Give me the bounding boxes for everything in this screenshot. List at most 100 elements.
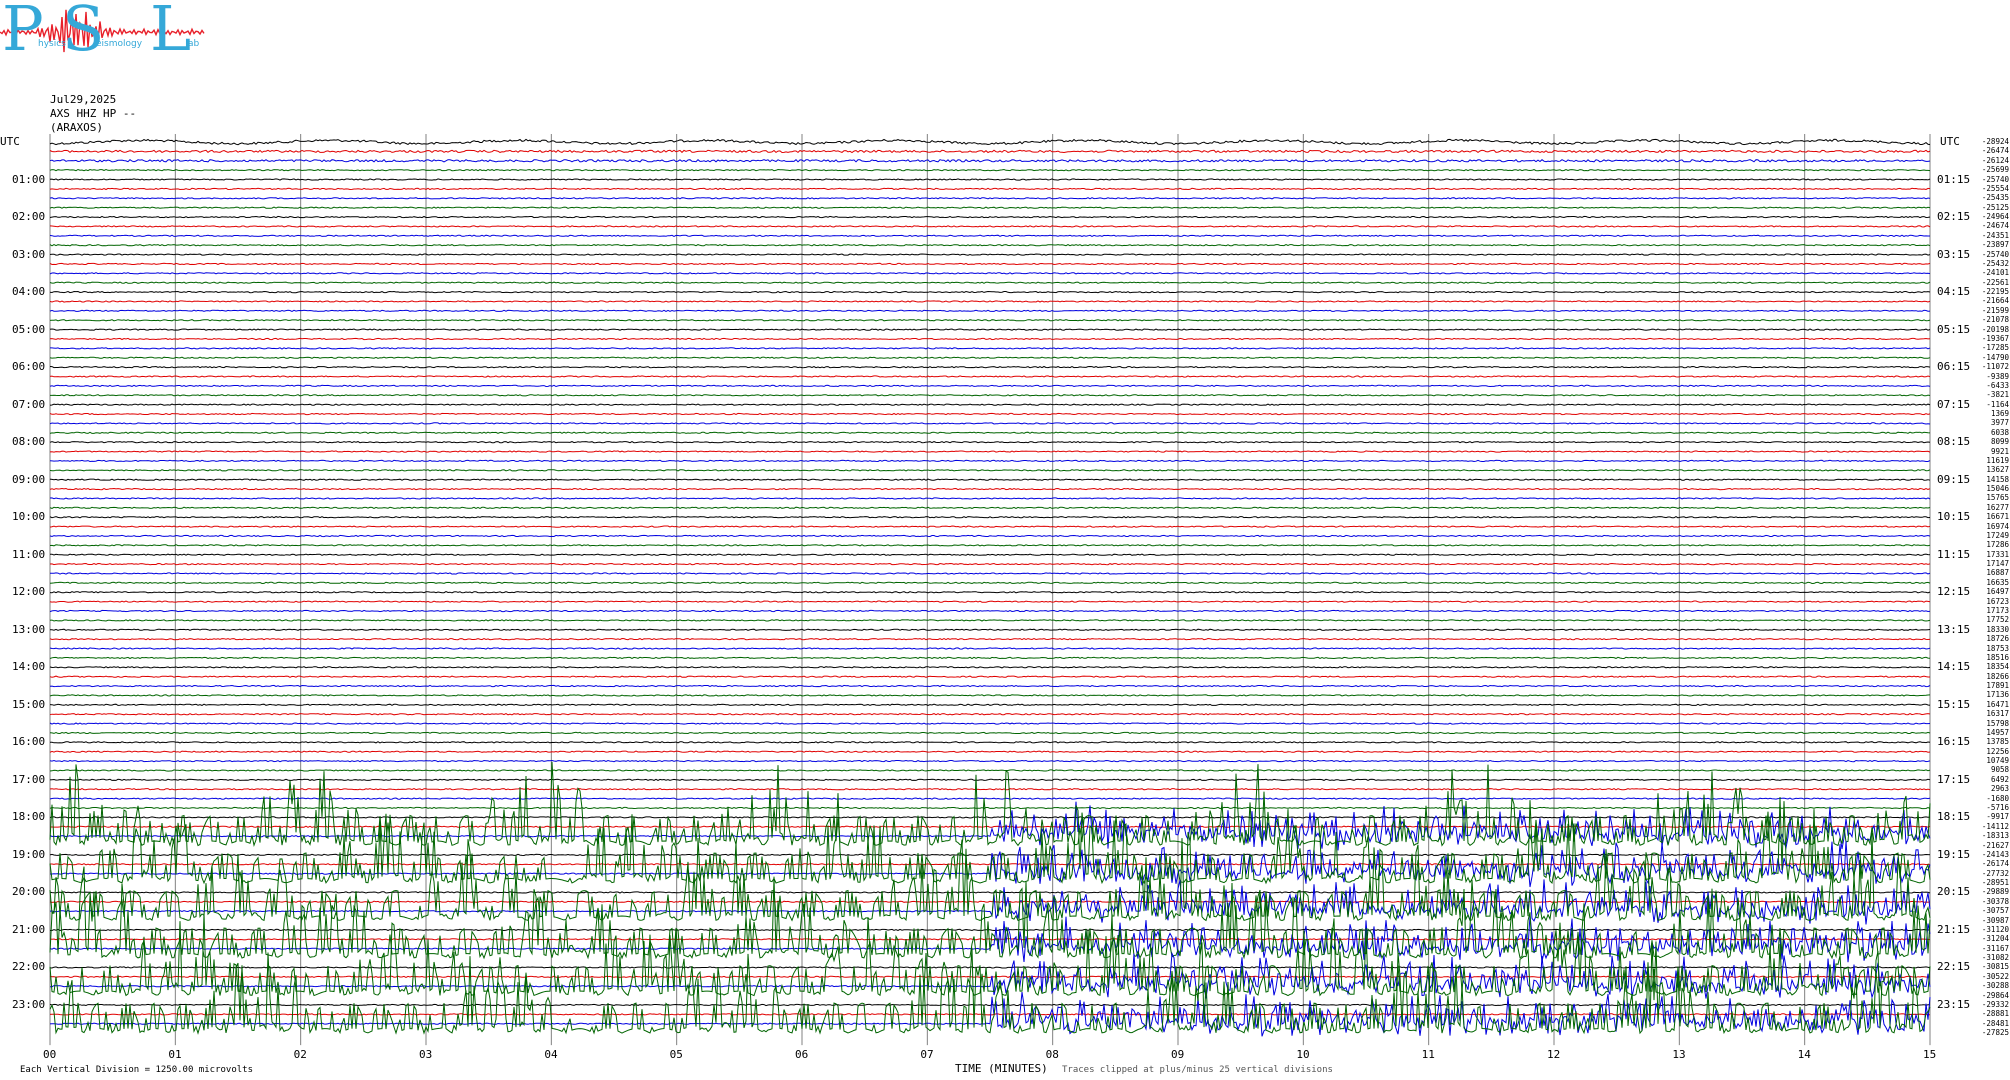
x-tick-label: 14: [1797, 1048, 1811, 1062]
seismic-trace: [49, 159, 1931, 163]
left-hour-label: 07:00: [12, 397, 46, 411]
seismic-trace: [49, 516, 1931, 519]
seismic-trace: [49, 197, 1931, 200]
trace-offset-value: -24101: [1981, 268, 2009, 278]
seismic-trace: [49, 534, 1931, 538]
seismic-trace: [49, 178, 1931, 181]
x-tick-label: 13: [1672, 1048, 1686, 1062]
seismic-trace: [49, 853, 1931, 857]
seismic-trace: [49, 801, 1931, 851]
trace-offset-value: 17136: [1986, 690, 2009, 700]
seismic-trace: [49, 262, 1931, 266]
left-hour-label: 22:00: [12, 960, 46, 974]
seismic-trace: [49, 337, 1931, 341]
seismic-trace: [49, 309, 1931, 312]
left-hour-label: 15:00: [12, 697, 46, 711]
right-hour-label: 14:15: [1937, 660, 1971, 674]
seismic-trace: [49, 938, 1931, 941]
left-hour-label: 16:00: [12, 735, 46, 749]
x-tick-label: 01: [168, 1048, 182, 1062]
seismic-trace: [49, 788, 1931, 791]
trace-offset-value: 10749: [1986, 756, 2009, 766]
right-hour-label: 08:15: [1937, 435, 1971, 449]
right-hour-label: 05:15: [1937, 322, 1971, 336]
trace-offset-value: -25432: [1981, 258, 2009, 268]
seismic-trace: [49, 506, 1931, 509]
trace-offset-value: 9921: [1990, 446, 2009, 456]
seismic-trace: [50, 928, 1931, 932]
trace-offset-value: -23897: [1981, 240, 2009, 250]
trace-offset-value: 16317: [1986, 709, 2009, 719]
right-hour-label: 02:15: [1937, 210, 1971, 224]
seismic-trace: [49, 253, 1931, 256]
seismic-trace: [49, 281, 1931, 284]
seismic-trace: [49, 816, 1931, 819]
seismic-trace: [49, 497, 1931, 500]
trace-offset-value: 18266: [1986, 671, 2009, 681]
left-hour-label: 14:00: [12, 660, 46, 674]
seismic-trace: [49, 581, 1931, 585]
left-hour-label: 12:00: [12, 585, 46, 599]
trace-offset-value: 6038: [1990, 427, 2009, 437]
seismic-trace: [49, 891, 1931, 894]
x-tick-label: 11: [1421, 1048, 1435, 1062]
right-hour-label: 11:15: [1937, 547, 1971, 561]
trace-offset-value: 16671: [1986, 512, 2009, 522]
seismic-trace: [49, 703, 1931, 706]
seismic-trace: [49, 628, 1931, 631]
trace-offset-value: 16723: [1986, 596, 2009, 606]
left-utc-label: UTC: [0, 135, 20, 148]
seismic-trace: [49, 365, 1931, 369]
seismic-trace: [49, 356, 1931, 359]
trace-offset-value: 17752: [1986, 615, 2009, 625]
trace-offset-value: -28481: [1981, 1018, 2009, 1028]
x-tick-label: 00: [43, 1048, 57, 1062]
left-hour-label: 01:00: [12, 172, 46, 186]
trace-offset-value: -31082: [1981, 953, 2009, 963]
trace-offset-value: -31120: [1981, 924, 2009, 934]
right-hour-label: 23:15: [1937, 997, 1971, 1011]
trace-offset-value: -28881: [1981, 1009, 2009, 1019]
seismic-trace: [49, 290, 1931, 294]
trace-offset-value: -24351: [1981, 230, 2009, 240]
trace-offset-value: -26124: [1981, 155, 2009, 165]
seismic-trace: [49, 750, 1931, 753]
trace-offset-value: 15046: [1986, 484, 2009, 494]
trace-offset-value: -1680: [1986, 793, 2009, 803]
right-hour-label: 22:15: [1937, 960, 1971, 974]
trace-offset-value: 6492: [1990, 774, 2009, 784]
seismic-trace: [49, 759, 1931, 763]
trace-offset-value: 18726: [1986, 634, 2009, 644]
left-hour-label: 05:00: [12, 322, 46, 336]
right-hour-label: 18:15: [1937, 810, 1971, 824]
seismic-trace: [49, 656, 1931, 660]
left-hour-label: 06:00: [12, 360, 46, 374]
left-hour-label: 19:00: [12, 847, 46, 861]
trace-offset-value: -17285: [1981, 343, 2009, 353]
seismic-trace: [49, 403, 1931, 406]
x-tick-label: 08: [1045, 1048, 1059, 1062]
trace-offset-value: 16635: [1986, 577, 2009, 587]
trace-offset-value: -30378: [1981, 896, 2009, 906]
seismic-trace: [49, 431, 1931, 434]
trace-offset-value: -22561: [1981, 277, 2009, 287]
trace-offset-value: 17891: [1986, 681, 2009, 691]
seismic-trace: [49, 778, 1931, 781]
seismic-trace: [49, 525, 1931, 528]
x-axis-title: TIME (MINUTES): [955, 1062, 1048, 1075]
trace-offset-value: 17331: [1986, 549, 2009, 559]
seismic-trace: [49, 731, 1931, 735]
trace-offset-value: -25699: [1981, 165, 2009, 175]
seismic-trace: [49, 553, 1931, 556]
trace-offset-value: 16974: [1986, 521, 2009, 531]
left-hour-label: 17:00: [12, 772, 46, 786]
seismic-trace: [49, 675, 1930, 678]
seismic-trace: [49, 375, 1931, 378]
seismic-trace: [49, 544, 1931, 547]
seismic-trace: [49, 722, 1931, 725]
trace-offset-value: -25125: [1981, 202, 2009, 212]
seismic-trace: [49, 769, 1931, 772]
seismic-trace: [49, 168, 1931, 172]
trace-offset-value: -24674: [1981, 221, 2009, 231]
trace-offset-value: -24143: [1981, 849, 2009, 859]
